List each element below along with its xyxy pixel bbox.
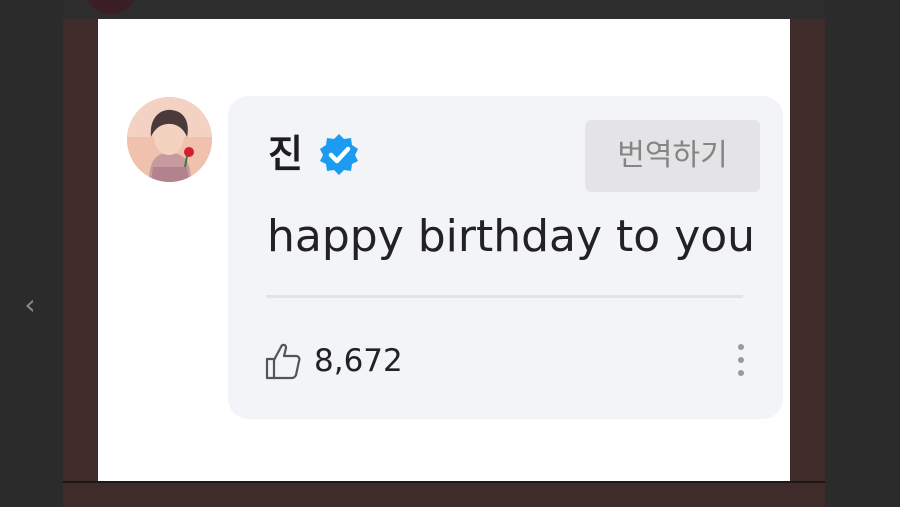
- more-dot: [738, 357, 744, 363]
- more-dot: [738, 344, 744, 350]
- thumbs-up-icon[interactable]: [264, 341, 302, 381]
- comment-text: happy birthday to you: [267, 211, 756, 262]
- divider: [266, 295, 743, 298]
- verified-badge-icon: [317, 132, 361, 176]
- more-vertical-icon[interactable]: [728, 340, 754, 380]
- chevron-left-icon[interactable]: ‹: [18, 290, 42, 320]
- author-row: 진: [268, 128, 361, 180]
- frame-divider: [63, 481, 825, 483]
- avatar[interactable]: [127, 97, 212, 182]
- like-button[interactable]: 8,672: [264, 338, 403, 384]
- like-count: 8,672: [314, 343, 403, 379]
- profile-photo: [127, 97, 212, 182]
- author-name[interactable]: 진: [268, 130, 303, 178]
- translate-button[interactable]: 번역하기: [585, 120, 760, 192]
- previous-post-strip: [63, 0, 825, 19]
- more-dot: [738, 370, 744, 376]
